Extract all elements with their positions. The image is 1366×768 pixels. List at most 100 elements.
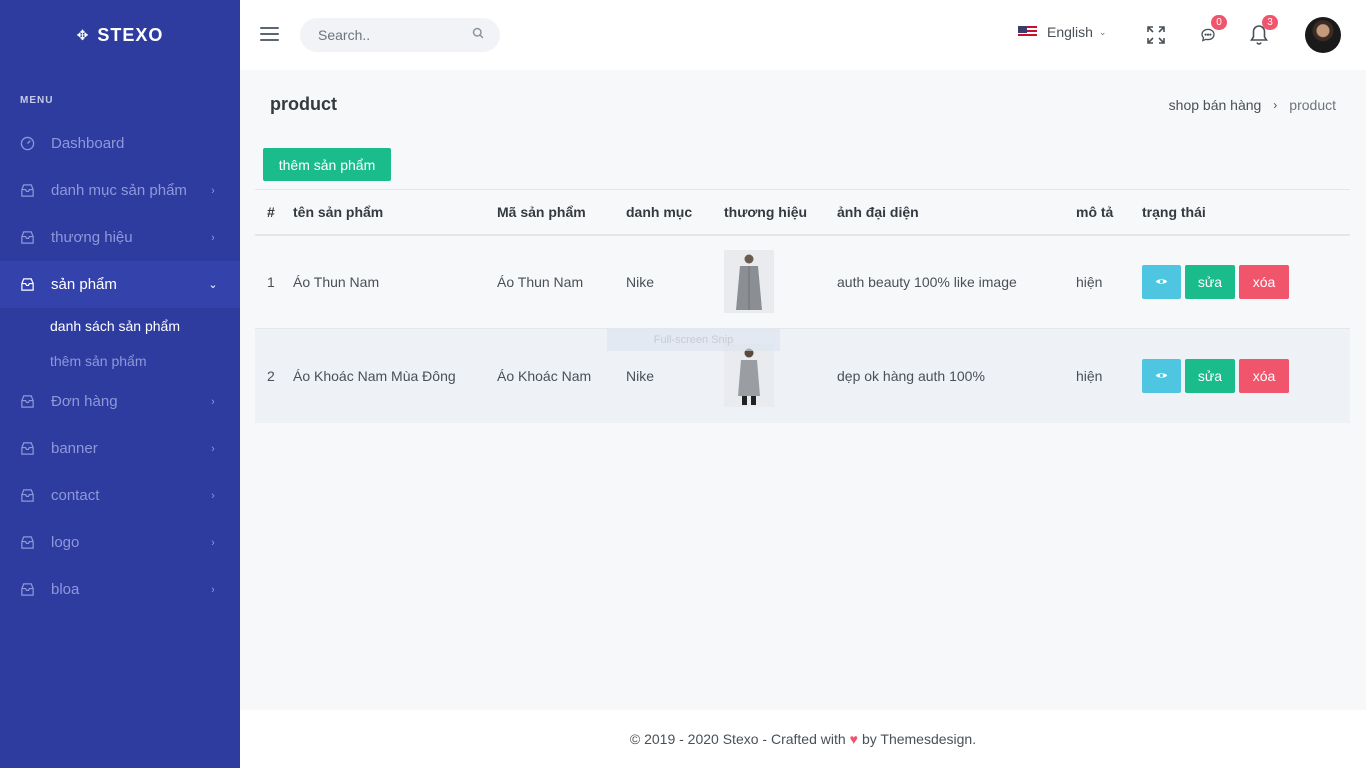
cell-brand	[724, 235, 837, 329]
view-button[interactable]	[1142, 358, 1181, 393]
chevron-right-icon: ›	[211, 489, 215, 502]
language-selector[interactable]: English ⌄	[1018, 24, 1106, 40]
table-header-row: # tên sản phẩm Mã sản phẩm danh mục thươ…	[255, 189, 1350, 235]
footer-text-after: by Themesdesign.	[861, 731, 977, 747]
view-button[interactable]	[1142, 264, 1181, 299]
table-row: 1 Áo Thun Nam Áo Thun Nam Nike auth beau…	[255, 235, 1350, 329]
col-header-index: #	[267, 203, 275, 220]
footer: © 2019 - 2020 Stexo - Crafted with ♥ by …	[240, 710, 1366, 768]
col-header-code: Mã sản phẩm	[497, 203, 586, 220]
sidebar-item-label: thương hiệu	[51, 229, 133, 246]
sidebar-item-label: sản phẩm	[51, 276, 117, 293]
cell-name: Áo Thun Nam	[293, 273, 380, 290]
sidebar-item-blog[interactable]: bloa ›	[0, 566, 240, 613]
sidebar-item-orders[interactable]: Đơn hàng ›	[0, 378, 240, 425]
cell-description: auth beauty 100% like image	[837, 273, 1017, 290]
sidebar-subitem-add-product[interactable]: thêm sản phẩm	[0, 343, 240, 378]
chevron-right-icon: ›	[211, 583, 215, 596]
sidebar-item-contact[interactable]: contact ›	[0, 472, 240, 519]
product-thumbnail	[724, 344, 774, 408]
search-input[interactable]	[318, 27, 472, 43]
col-header-description: mô tả	[1076, 203, 1114, 220]
inbox-icon	[20, 394, 35, 409]
sidebar-item-label: contact	[51, 487, 100, 504]
breadcrumb: shop bán hàng › product	[1169, 97, 1336, 113]
topbar: English ⌄ 0 3	[240, 0, 1366, 70]
cell-index: 2	[267, 367, 275, 384]
sidebar-item-banner[interactable]: banner ›	[0, 425, 240, 472]
col-header-category: danh mục	[626, 203, 693, 220]
edit-button[interactable]: sửa	[1185, 264, 1235, 299]
language-label: English	[1047, 24, 1093, 40]
chevron-right-icon: ›	[211, 536, 215, 549]
inbox-icon	[20, 183, 35, 198]
menu-toggle-icon[interactable]	[260, 27, 279, 41]
sidebar-item-label: danh mục sản phẩm	[51, 182, 187, 199]
sidebar-subitem-product-list[interactable]: danh sách sản phẩm	[0, 308, 240, 343]
fullscreen-icon[interactable]	[1143, 22, 1169, 48]
eye-icon	[1155, 279, 1168, 284]
cell-index: 1	[267, 273, 275, 290]
sidebar-item-logo[interactable]: logo ›	[0, 519, 240, 566]
inbox-icon	[20, 230, 35, 245]
bell-icon[interactable]: 3	[1246, 15, 1278, 48]
product-table: # tên sản phẩm Mã sản phẩm danh mục thươ…	[255, 189, 1350, 423]
sidebar-item-dashboard[interactable]: Dashboard	[0, 120, 240, 167]
chat-icon[interactable]: 0	[1195, 15, 1227, 48]
table-row: 2 Áo Khoác Nam Mùa Đông Áo Khoác Nam Nik…	[255, 328, 1350, 423]
sidebar-item-categories[interactable]: danh mục sản phẩm ›	[0, 167, 240, 214]
breadcrumb-item-current: product	[1289, 97, 1336, 113]
cell-status: hiện	[1076, 367, 1103, 384]
inbox-icon	[20, 535, 35, 550]
inbox-icon	[20, 277, 35, 292]
sidebar-item-label: Đơn hàng	[51, 393, 118, 410]
cell-status: hiện	[1076, 273, 1103, 290]
dashboard-icon	[20, 136, 35, 151]
delete-button[interactable]: xóa	[1239, 264, 1289, 299]
menu-title: MENU	[20, 95, 54, 106]
page-title: product	[270, 94, 337, 114]
search-icon[interactable]	[472, 26, 484, 44]
user-avatar[interactable]	[1305, 17, 1341, 53]
heart-icon: ♥	[849, 731, 858, 747]
footer-text-before: © 2019 - 2020 Stexo - Crafted with	[629, 731, 846, 747]
brand-logo-icon: ✥	[76, 26, 90, 43]
cell-actions: sửa xóa	[1142, 329, 1350, 423]
cell-name: Áo Khoác Nam Mùa Đông	[293, 367, 456, 384]
brand-name: STEXO	[97, 24, 164, 45]
breadcrumb-item-shop[interactable]: shop bán hàng	[1169, 97, 1262, 113]
delete-button[interactable]: xóa	[1239, 358, 1289, 393]
inbox-icon	[20, 488, 35, 503]
sidebar-item-label: banner	[51, 440, 98, 457]
col-header-name: tên sản phẩm	[293, 203, 384, 220]
edit-button[interactable]: sửa	[1185, 358, 1235, 393]
us-flag-icon	[1018, 26, 1037, 38]
inbox-icon	[20, 441, 35, 456]
chevron-right-icon: ›	[211, 231, 215, 244]
screen-snip-tooltip: Full-screen Snip	[607, 329, 780, 351]
cell-actions: sửa xóa	[1142, 235, 1350, 329]
sidebar-item-label: bloa	[51, 581, 80, 598]
cell-code: Áo Thun Nam	[497, 273, 584, 290]
brand-logo[interactable]: ✥ STEXO	[0, 0, 240, 70]
add-product-button[interactable]: thêm sản phẩm	[263, 148, 391, 181]
sidebar-item-label: logo	[51, 534, 80, 551]
inbox-icon	[20, 582, 35, 597]
col-header-status: trạng thái	[1142, 203, 1206, 220]
chevron-down-icon: ⌄	[208, 279, 218, 291]
chevron-right-icon: ›	[211, 184, 215, 197]
search-box	[300, 18, 500, 52]
sidebar: ✥ STEXO MENU Dashboard danh mục sản phẩm…	[0, 0, 240, 768]
col-header-image: ảnh đại diện	[837, 203, 919, 220]
notifications-badge: 3	[1262, 15, 1278, 30]
chevron-down-icon: ⌄	[1098, 26, 1107, 37]
chevron-right-icon: ›	[1273, 98, 1278, 112]
cell-category: Nike	[626, 273, 655, 290]
chevron-right-icon: ›	[211, 395, 215, 408]
chevron-right-icon: ›	[211, 442, 215, 455]
sidebar-item-products[interactable]: sản phẩm ⌄	[0, 261, 240, 308]
sidebar-item-brands[interactable]: thương hiệu ›	[0, 214, 240, 261]
sidebar-item-label: Dashboard	[51, 135, 125, 152]
eye-icon	[1155, 373, 1168, 378]
cell-description: dẹp ok hàng auth 100%	[837, 367, 985, 384]
